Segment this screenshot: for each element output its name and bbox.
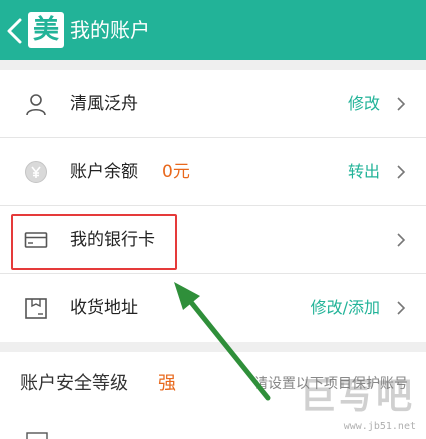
chevron-right-icon — [397, 165, 406, 179]
section-gap — [0, 342, 426, 352]
back-arrow-icon[interactable] — [4, 18, 26, 44]
app-header: 美 我的账户 — [0, 0, 426, 60]
chevron-right-icon — [397, 97, 406, 111]
chevron-right-icon — [397, 301, 406, 315]
address-label: 收货地址 — [70, 298, 138, 318]
watermark: 巨写吧 www.jb51.net — [300, 377, 418, 433]
edit-address-link[interactable]: 修改/添加 — [311, 296, 380, 320]
username-label: 清風泛舟 — [70, 94, 138, 114]
account-row-balance[interactable]: 账户余额 0元 转出 — [0, 138, 426, 206]
security-level-title: 账户安全等级 — [20, 373, 128, 394]
yuan-coin-icon — [25, 161, 47, 183]
section-gap — [0, 60, 426, 70]
watermark-url: www.jb51.net — [343, 421, 416, 432]
chevron-right-icon — [397, 233, 406, 247]
page-title: 我的账户 — [70, 18, 150, 42]
bank-card-highlight-box — [11, 214, 177, 270]
account-list: 清風泛舟 修改 账户余额 0元 转出 我的银行卡 收货地址 修改/添加 — [0, 70, 426, 342]
user-icon — [26, 94, 46, 116]
package-icon — [25, 298, 47, 319]
app-logo: 美 — [28, 12, 64, 48]
withdraw-link[interactable]: 转出 — [348, 160, 380, 184]
security-level-value: 强 — [158, 373, 176, 394]
account-row-address[interactable]: 收货地址 修改/添加 — [0, 274, 426, 342]
partial-row-icon — [26, 432, 48, 439]
account-row-username[interactable]: 清風泛舟 修改 — [0, 70, 426, 138]
balance-value: 0元 — [162, 162, 190, 182]
balance-label: 账户余额 — [70, 162, 138, 182]
watermark-logo-text: 巨写吧 — [300, 376, 415, 417]
edit-username-link[interactable]: 修改 — [348, 92, 380, 116]
